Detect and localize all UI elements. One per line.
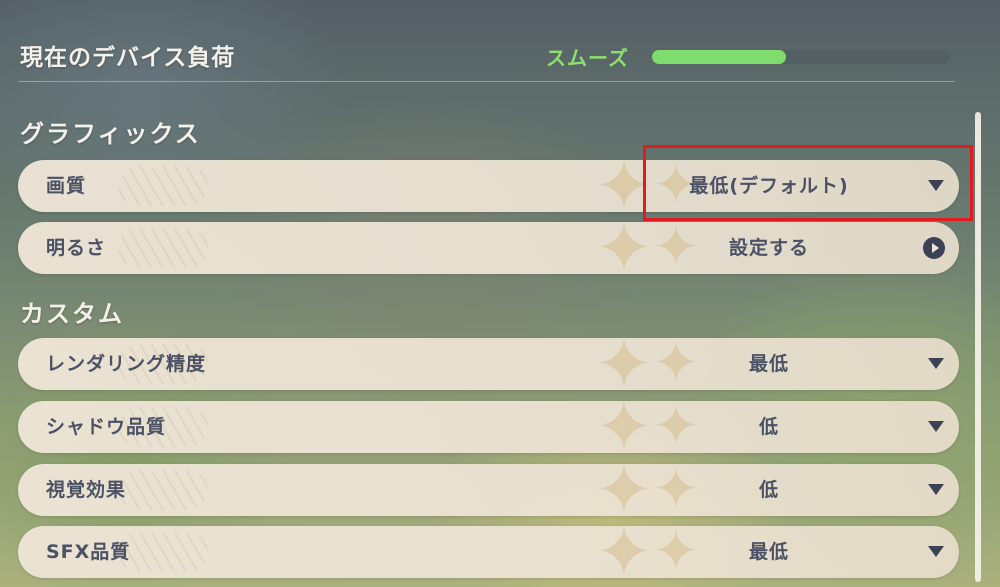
chevron-down-icon[interactable] — [928, 546, 944, 557]
scrollbar-thumb[interactable] — [975, 112, 981, 582]
render-precision-label: レンダリング精度 — [46, 353, 207, 375]
brightness-label: 明るさ — [46, 237, 107, 259]
shadow-quality-dropdown[interactable]: ✦ ✦ シャドウ品質 低 — [18, 401, 959, 453]
shadow-quality-value: 低 — [758, 416, 779, 438]
visual-effects-dropdown[interactable]: ✦ ✦ 視覚効果 低 — [18, 464, 959, 516]
row-pattern-decoration — [118, 470, 208, 510]
sfx-quality-label: SFX品質 — [46, 541, 131, 563]
header-divider — [18, 81, 955, 82]
device-load-bar — [652, 50, 950, 64]
visual-effects-value: 低 — [758, 479, 779, 501]
visual-effects-label: 視覚効果 — [46, 479, 127, 501]
chevron-down-icon[interactable] — [928, 421, 944, 432]
sfx-quality-value: 最低 — [748, 541, 789, 563]
section-title-custom: カスタム — [20, 300, 124, 328]
chevron-down-icon[interactable] — [928, 358, 944, 369]
device-load-bar-fill — [652, 50, 787, 64]
device-load-title: 現在のデバイス負荷 — [20, 45, 236, 71]
render-precision-value: 最低 — [748, 353, 789, 375]
device-load-status: スムーズ — [546, 46, 629, 70]
sfx-quality-dropdown[interactable]: ✦ ✦ SFX品質 最低 — [18, 526, 959, 578]
chevron-down-icon[interactable] — [928, 484, 944, 495]
section-title-graphics: グラフィックス — [20, 120, 201, 148]
shadow-quality-label: シャドウ品質 — [46, 416, 167, 438]
highlight-box — [643, 145, 973, 221]
row-pattern-decoration — [118, 166, 208, 206]
quality-label: 画質 — [46, 175, 87, 197]
render-precision-dropdown[interactable]: ✦ ✦ レンダリング精度 最低 — [18, 338, 959, 390]
arrow-right-circle-icon[interactable] — [923, 237, 945, 259]
brightness-setting-button[interactable]: ✦ ✦ 明るさ 設定する — [18, 222, 959, 274]
row-pattern-decoration — [118, 532, 208, 572]
row-pattern-decoration — [118, 228, 208, 268]
brightness-value: 設定する — [728, 237, 809, 259]
